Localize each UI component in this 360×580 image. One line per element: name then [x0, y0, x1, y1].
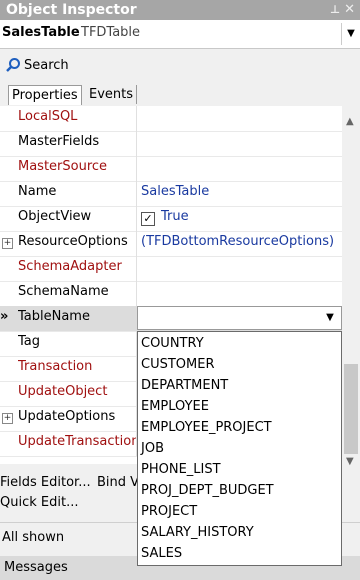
- tab-events[interactable]: Events: [86, 85, 138, 104]
- filter-status-label: All shown: [2, 530, 65, 545]
- property-row-tablename[interactable]: » TableName ▼: [0, 306, 342, 332]
- property-name: SchemaAdapter: [18, 259, 122, 274]
- property-row-masterfields[interactable]: MasterFields: [0, 131, 342, 157]
- tab-bar: Properties Events: [0, 83, 360, 105]
- quick-edit-link[interactable]: Quick Edit...: [0, 495, 78, 510]
- dropdown-option[interactable]: EMPLOYEE: [141, 396, 209, 417]
- vertical-scrollbar[interactable]: ▲ ▼: [342, 106, 360, 467]
- scroll-down-icon[interactable]: ▼: [346, 456, 354, 467]
- property-name: ObjectView: [18, 209, 92, 224]
- property-value[interactable]: (TFDBottomResourceOptions): [141, 234, 334, 249]
- pin-icon[interactable]: ⊥: [330, 0, 340, 20]
- property-row-schemaadapter[interactable]: SchemaAdapter: [0, 256, 342, 282]
- dropdown-option[interactable]: CUSTOMER: [141, 354, 214, 375]
- tablename-combo[interactable]: ▼: [137, 306, 342, 330]
- dropdown-option[interactable]: EMPLOYEE_PROJECT: [141, 417, 272, 438]
- dropdown-option[interactable]: COUNTRY: [141, 333, 204, 354]
- object-selector[interactable]: SalesTable TFDTable ▼: [0, 20, 360, 49]
- property-value[interactable]: SalesTable: [141, 184, 209, 199]
- search-icon: [5, 57, 21, 77]
- messages-label: Messages: [4, 560, 68, 575]
- chevron-down-icon[interactable]: ▼: [319, 307, 341, 329]
- search-box[interactable]: Search: [0, 55, 360, 77]
- property-row-name[interactable]: Name SalesTable: [0, 181, 342, 207]
- property-name: Tag: [18, 334, 41, 349]
- scroll-up-icon[interactable]: ▲: [346, 116, 354, 127]
- property-row-localsql[interactable]: LocalSQL: [0, 106, 342, 132]
- checkbox[interactable]: ✓: [141, 212, 155, 226]
- property-name: Transaction: [18, 359, 93, 374]
- expand-icon[interactable]: +: [2, 413, 13, 424]
- dropdown-option[interactable]: SALES: [141, 543, 182, 564]
- dropdown-option[interactable]: PROJECT: [141, 501, 197, 522]
- property-name: Name: [18, 184, 57, 199]
- property-name: ResourceOptions: [18, 234, 128, 249]
- property-row-schemaname[interactable]: SchemaName: [0, 281, 342, 307]
- search-label: Search: [24, 58, 69, 73]
- title-bar: Object Inspector ⊥ ✕: [0, 0, 360, 20]
- fields-editor-link[interactable]: Fields Editor...: [0, 475, 91, 490]
- close-icon[interactable]: ✕: [344, 0, 355, 20]
- property-name: UpdateObject: [18, 384, 108, 399]
- current-row-marker: »: [0, 309, 9, 324]
- tab-properties[interactable]: Properties: [8, 85, 82, 105]
- dropdown-option[interactable]: SALARY_HISTORY: [141, 522, 254, 543]
- property-name: TableName: [18, 309, 90, 324]
- property-name: MasterFields: [18, 134, 100, 149]
- object-name: SalesTable: [2, 25, 80, 40]
- table-name-dropdown-list: COUNTRY CUSTOMER DEPARTMENT EMPLOYEE EMP…: [137, 331, 342, 566]
- property-name: UpdateTransaction: [18, 434, 136, 449]
- dropdown-option[interactable]: PHONE_LIST: [141, 459, 221, 480]
- property-value: True: [161, 209, 189, 224]
- object-type: TFDTable: [81, 25, 141, 40]
- chevron-down-icon[interactable]: ▼: [341, 23, 360, 45]
- dropdown-option[interactable]: JOB: [141, 438, 164, 459]
- property-row-resourceoptions[interactable]: + ResourceOptions (TFDBottomResourceOpti…: [0, 231, 342, 257]
- property-row-objectview[interactable]: ObjectView ✓ True: [0, 206, 342, 232]
- property-name: MasterSource: [18, 159, 108, 174]
- property-name: UpdateOptions: [18, 409, 116, 424]
- dropdown-option[interactable]: DEPARTMENT: [141, 375, 228, 396]
- expand-icon[interactable]: +: [2, 238, 13, 249]
- property-row-mastersource[interactable]: MasterSource: [0, 156, 342, 182]
- window-title: Object Inspector: [6, 2, 137, 18]
- bind-visually-link[interactable]: Bind V: [97, 475, 139, 490]
- property-name: LocalSQL: [18, 109, 78, 124]
- dropdown-option[interactable]: PROJ_DEPT_BUDGET: [141, 480, 274, 501]
- property-name: SchemaName: [18, 284, 109, 299]
- scroll-thumb[interactable]: [344, 364, 358, 454]
